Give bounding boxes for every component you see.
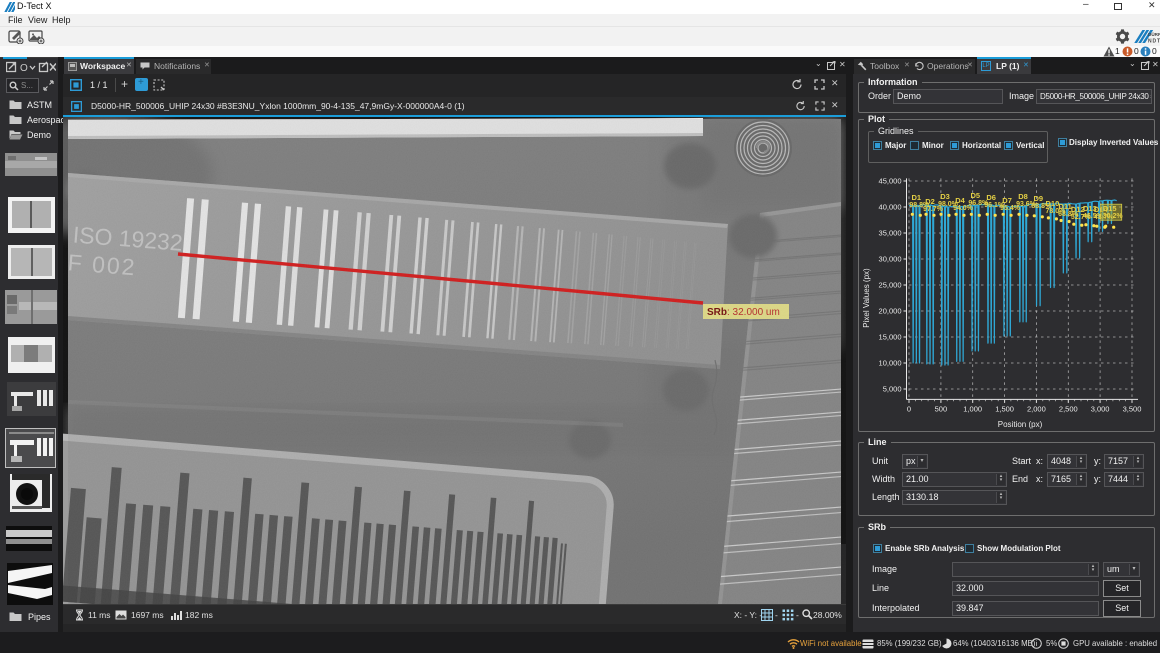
svg-text:30.2%: 30.2% <box>1103 213 1124 220</box>
svg-text:D1: D1 <box>912 193 922 202</box>
svg-text:NDT: NDT <box>1148 39 1160 45</box>
svg-text:i: i <box>1036 639 1038 648</box>
svg-text:10,000: 10,000 <box>879 359 902 368</box>
svg-text:D4: D4 <box>955 196 965 205</box>
svg-text:D9: D9 <box>1034 194 1044 203</box>
svg-text:40,000: 40,000 <box>879 203 902 212</box>
svg-text:1,000: 1,000 <box>963 404 982 413</box>
svg-text:D2: D2 <box>925 197 935 206</box>
svg-text:D3: D3 <box>940 192 950 201</box>
svg-text:D11: D11 <box>1058 202 1071 211</box>
svg-text:O: O <box>20 63 28 73</box>
svg-text:500: 500 <box>935 404 948 413</box>
svg-text:D5: D5 <box>971 191 981 200</box>
svg-text:D7: D7 <box>1002 196 1012 205</box>
svg-text:1,500: 1,500 <box>995 404 1014 413</box>
svg-text:DÜRR: DÜRR <box>1148 31 1160 37</box>
svg-text:Pixel Values (px): Pixel Values (px) <box>862 268 871 328</box>
svg-text:Position (px): Position (px) <box>998 420 1043 429</box>
svg-text:25,000: 25,000 <box>879 281 902 290</box>
svg-text:5,000: 5,000 <box>883 385 902 394</box>
svg-text:3,500: 3,500 <box>1123 404 1142 413</box>
svg-text:45,000: 45,000 <box>879 177 902 186</box>
svg-text:D15: D15 <box>1103 204 1117 213</box>
svg-text:D8: D8 <box>1018 192 1028 201</box>
svg-text:30,000: 30,000 <box>879 255 902 264</box>
svg-text:D10: D10 <box>1046 199 1060 208</box>
svg-text:0: 0 <box>907 404 911 413</box>
svg-text:15,000: 15,000 <box>879 333 902 342</box>
svg-text:35,000: 35,000 <box>879 229 902 238</box>
svg-text:2,500: 2,500 <box>1059 404 1078 413</box>
svg-text:D6: D6 <box>986 193 996 202</box>
svg-text:20,000: 20,000 <box>879 307 902 316</box>
svg-text:3,000: 3,000 <box>1091 404 1110 413</box>
svg-text:2,000: 2,000 <box>1027 404 1046 413</box>
